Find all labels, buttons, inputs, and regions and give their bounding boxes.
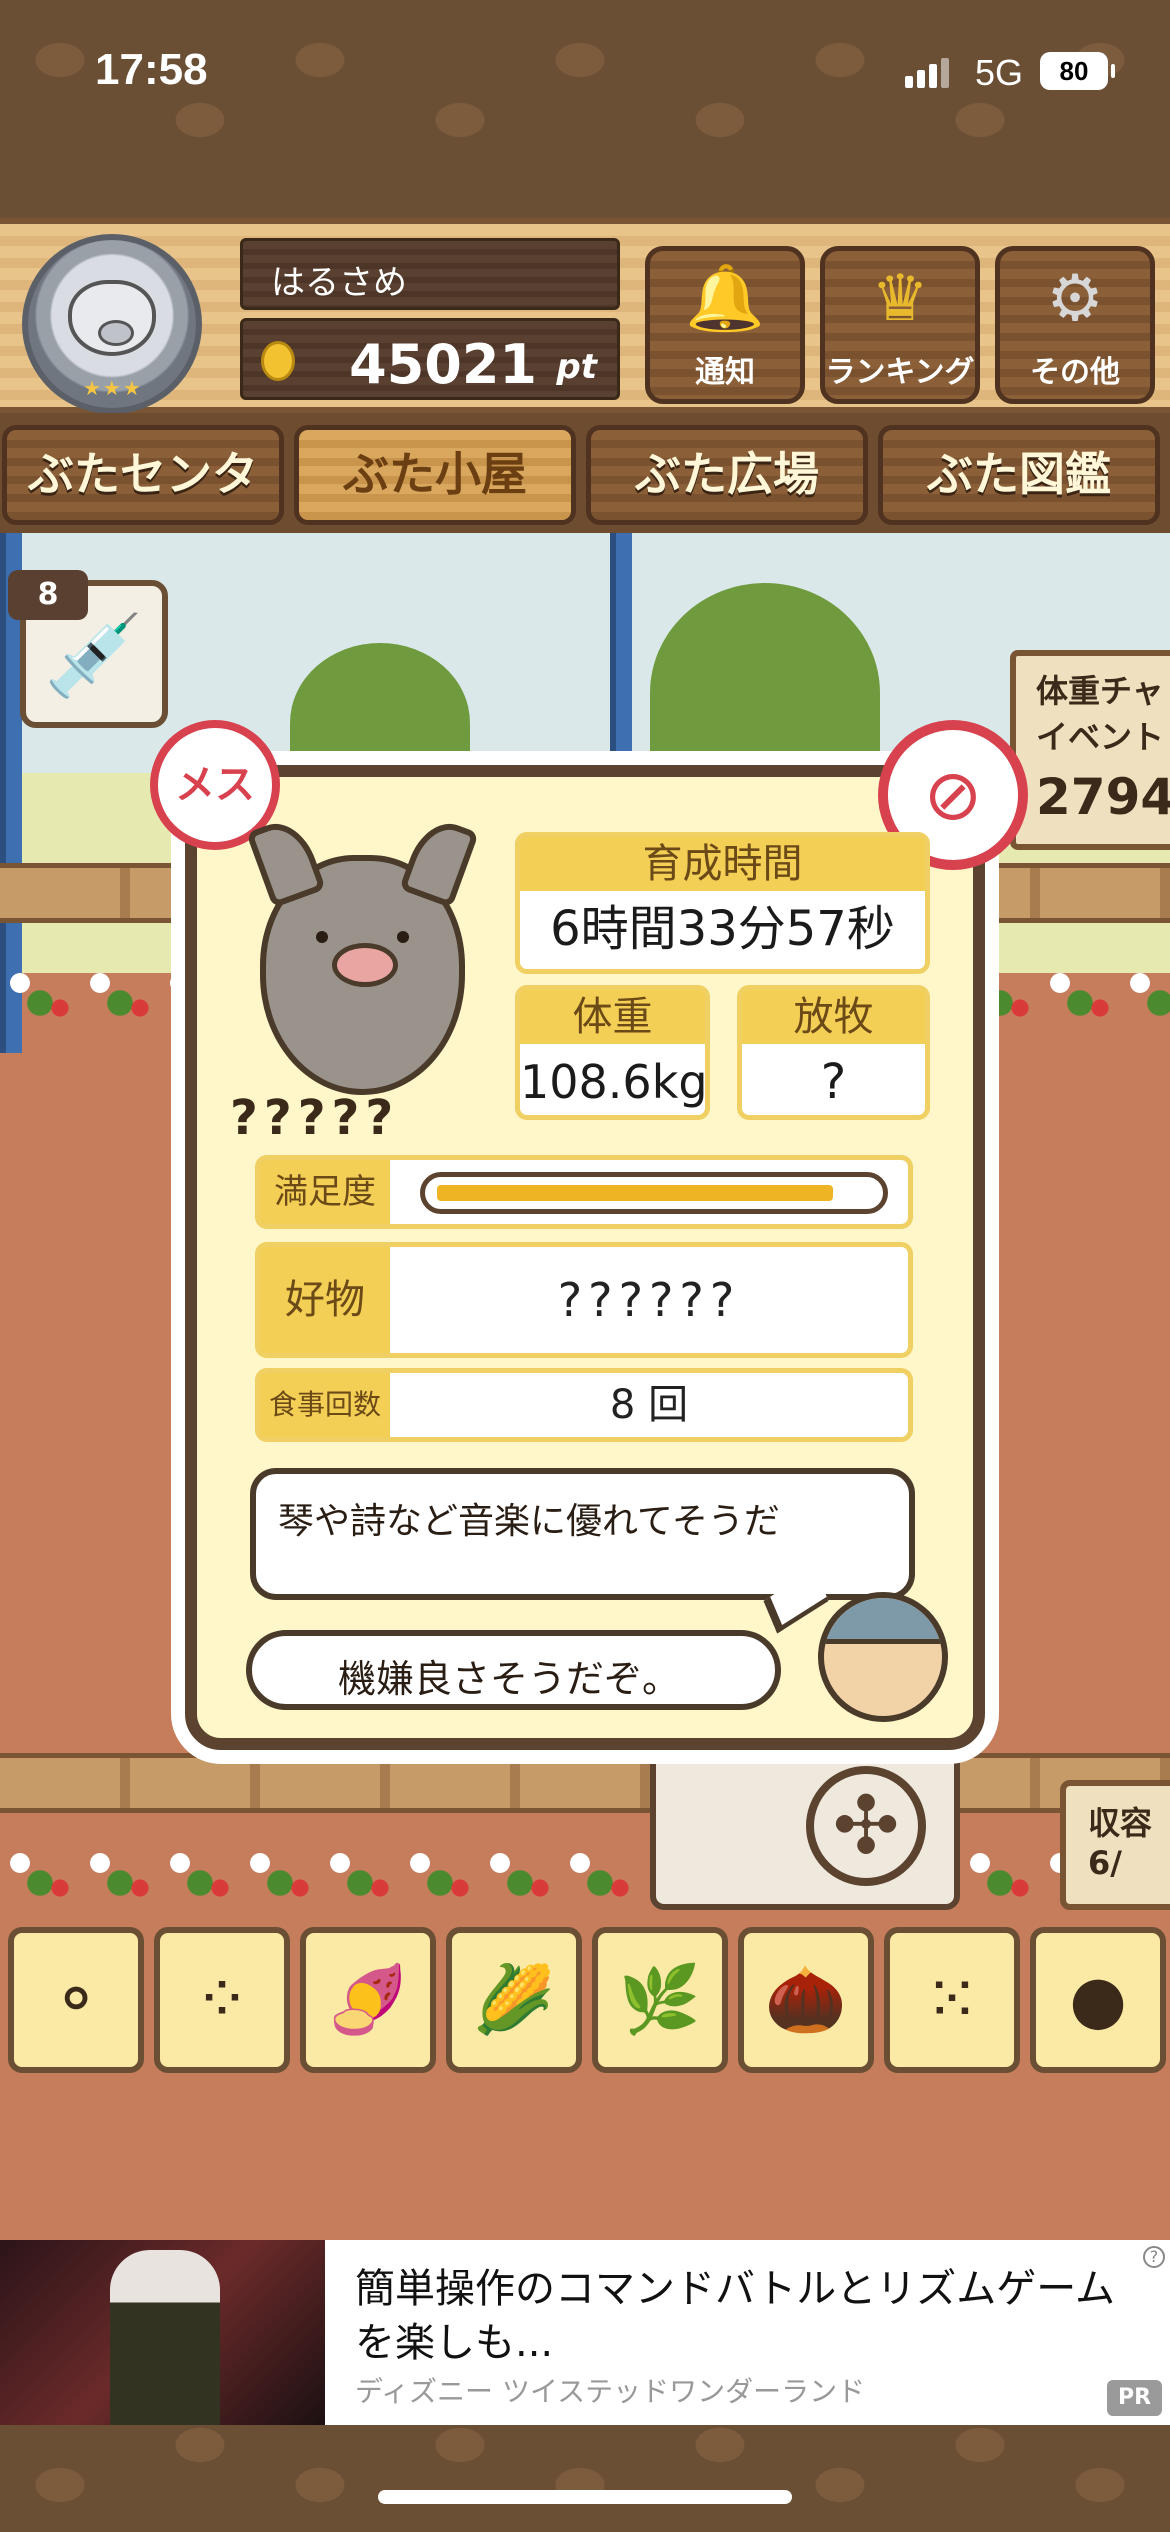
pig-description: 琴や詩など音楽に優れてそうだ (278, 1501, 780, 1542)
growth-time-value: 6時間33分57秒 (550, 901, 895, 957)
event-sign-line2: イベント (1036, 718, 1165, 756)
mood-speech-bubble: 機嫌良さそうだぞ。 (246, 1630, 781, 1710)
nav-bar: ぶたセンター ぶた小屋 ぶた広場 ぶた図鑑 (0, 413, 1170, 589)
grazing-label: 放牧 (742, 990, 925, 1044)
growth-time-label: 育成時間 (520, 837, 925, 891)
truffle-icon: ● (1069, 1961, 1127, 2038)
description-speech-bubble: 琴や詩など音楽に優れてそうだ (250, 1468, 915, 1600)
player-name-box: はるさめ (240, 238, 620, 310)
header: ★★★ はるさめ 45021 pt 🔔 通知 ♛ ランキング ⚙ その他 (0, 218, 1170, 414)
farmer-cap (824, 1598, 942, 1644)
other-label: その他 (1030, 355, 1120, 390)
ad-info-icon[interactable]: ? (1143, 2246, 1165, 2268)
fan-machine[interactable]: ✣ (650, 1740, 960, 1910)
pig-mood: 機嫌良さそうだぞ。 (338, 1657, 681, 1701)
food-slot-truffle[interactable]: ● (1030, 1927, 1166, 2073)
ad-title[interactable]: 簡単操作のコマンドバトルとリズムゲームを楽しも... (355, 2262, 1145, 2370)
background-pattern-bottom (0, 2425, 1170, 2532)
grazing-box: 放牧 ? (737, 985, 930, 1120)
coin-icon (261, 341, 295, 381)
soybeans-icon: ⁙ (924, 1961, 980, 2038)
notification-label: 通知 (695, 355, 755, 390)
food-slot-beans[interactable]: ⁘ (154, 1927, 290, 2073)
points-unit: pt (556, 347, 597, 387)
tab-pig-hut[interactable]: ぶた小屋 (294, 425, 576, 525)
food-slot-sweet-potato[interactable]: 🍠 (300, 1927, 436, 2073)
event-sign-line1: 体重チャ (1036, 672, 1164, 710)
gear-icon: ⚙ (1046, 262, 1104, 336)
harvest-sign-line2: 6/ (1088, 1844, 1122, 1882)
herb-berries-icon: 🌿 (618, 1961, 702, 2038)
status-bar: 17:58 5G 80 (0, 0, 1170, 150)
food-slot-herb-berries[interactable]: 🌿 (592, 1927, 728, 2073)
front-flowers (0, 1833, 1170, 1913)
ranking-label: ランキング (825, 355, 975, 390)
fan-icon: ✣ (806, 1766, 926, 1886)
home-indicator[interactable] (378, 2490, 792, 2504)
beans-icon: ⁘ (194, 1961, 250, 2038)
pig-name: ????? (230, 1090, 400, 1146)
acorn-icon: 🌰 (764, 1961, 848, 2038)
grazing-value: ? (820, 1054, 847, 1110)
food-slot-corn[interactable]: 🌽 (446, 1927, 582, 2073)
satisfaction-row: 満足度 (255, 1155, 913, 1229)
crown-icon: ♛ (871, 262, 929, 336)
meal-count-label: 食事回数 (260, 1373, 390, 1437)
ad-banner[interactable]: 簡単操作のコマンドバトルとリズムゲームを楽しも... ディズニー ツイステッドワ… (0, 2240, 1170, 2425)
favorite-value: ?????? (557, 1273, 741, 1327)
syringe-count: 8 (8, 570, 88, 620)
syringe-icon: 💉 (44, 609, 144, 702)
satisfaction-bar (420, 1172, 888, 1214)
meal-count-row: 食事回数 8 回 (255, 1368, 913, 1442)
signal-icon (905, 58, 953, 88)
notification-button[interactable]: 🔔 通知 (645, 246, 805, 404)
ad-source: ディズニー ツイステッドワンダーランド (355, 2375, 866, 2408)
favorite-food-row: 好物 ?????? (255, 1242, 913, 1358)
ad-image[interactable] (0, 2240, 325, 2425)
farmer-avatar (818, 1592, 948, 1722)
weight-label: 体重 (520, 990, 705, 1044)
points-value: 45021 (349, 333, 537, 396)
points-box: 45021 pt (240, 318, 620, 400)
front-fence (0, 1753, 1170, 1813)
sweet-potato-icon: 🍠 (326, 1961, 410, 2038)
ad-pr-badge: PR (1107, 2380, 1162, 2416)
event-sign-value: 2794 (1036, 768, 1170, 826)
food-slot-grain[interactable]: ⚬ (8, 1927, 144, 2073)
weight-value: 108.6kg (520, 1055, 708, 1109)
satisfaction-label: 満足度 (260, 1160, 390, 1224)
harvest-sign-line1: 収容 (1088, 1804, 1153, 1842)
food-tray: ⚬ ⁘ 🍠 🌽 🌿 🌰 ⁙ ● (0, 1925, 1170, 2085)
satisfaction-bar-fill (437, 1185, 833, 1201)
food-slot-soybeans[interactable]: ⁙ (884, 1927, 1020, 2073)
tab-pig-center[interactable]: ぶたセンター (2, 425, 284, 589)
corn-icon: 🌽 (472, 1961, 556, 2038)
food-slot-acorn[interactable]: 🌰 (738, 1927, 874, 2073)
favorite-label: 好物 (260, 1247, 390, 1353)
network-label: 5G (975, 52, 1024, 93)
harvest-sign[interactable]: 収容 6/ (1060, 1780, 1170, 1910)
weight-event-sign[interactable]: 体重チャ イベント 2794 (1010, 650, 1170, 850)
status-time: 17:58 (95, 45, 208, 94)
pig-eye-right (397, 931, 409, 943)
ranking-button[interactable]: ♛ ランキング (820, 246, 980, 404)
ad-character-figure (110, 2250, 220, 2425)
player-avatar[interactable]: ★★★ (22, 234, 202, 414)
grain-icon: ⚬ (48, 1961, 104, 2038)
tab-pig-encyclopedia[interactable]: ぶた図鑑 (878, 425, 1160, 525)
pig-snout (332, 943, 398, 987)
tab-pig-plaza[interactable]: ぶた広場 (586, 425, 868, 525)
weight-box: 体重 108.6kg (515, 985, 710, 1120)
bell-icon: 🔔 (685, 262, 765, 336)
player-name: はるさめ (271, 263, 407, 303)
rank-stars-icon: ★★★ (83, 376, 143, 400)
pig-avatar-icon (68, 280, 156, 356)
battery-icon: 80 (1040, 52, 1115, 90)
meal-count-value: 8 回 (609, 1382, 689, 1428)
pig-eye-left (316, 931, 328, 943)
pig-character[interactable] (246, 813, 479, 1095)
other-button[interactable]: ⚙ その他 (995, 246, 1155, 404)
growth-time-box: 育成時間 6時間33分57秒 (515, 832, 930, 974)
